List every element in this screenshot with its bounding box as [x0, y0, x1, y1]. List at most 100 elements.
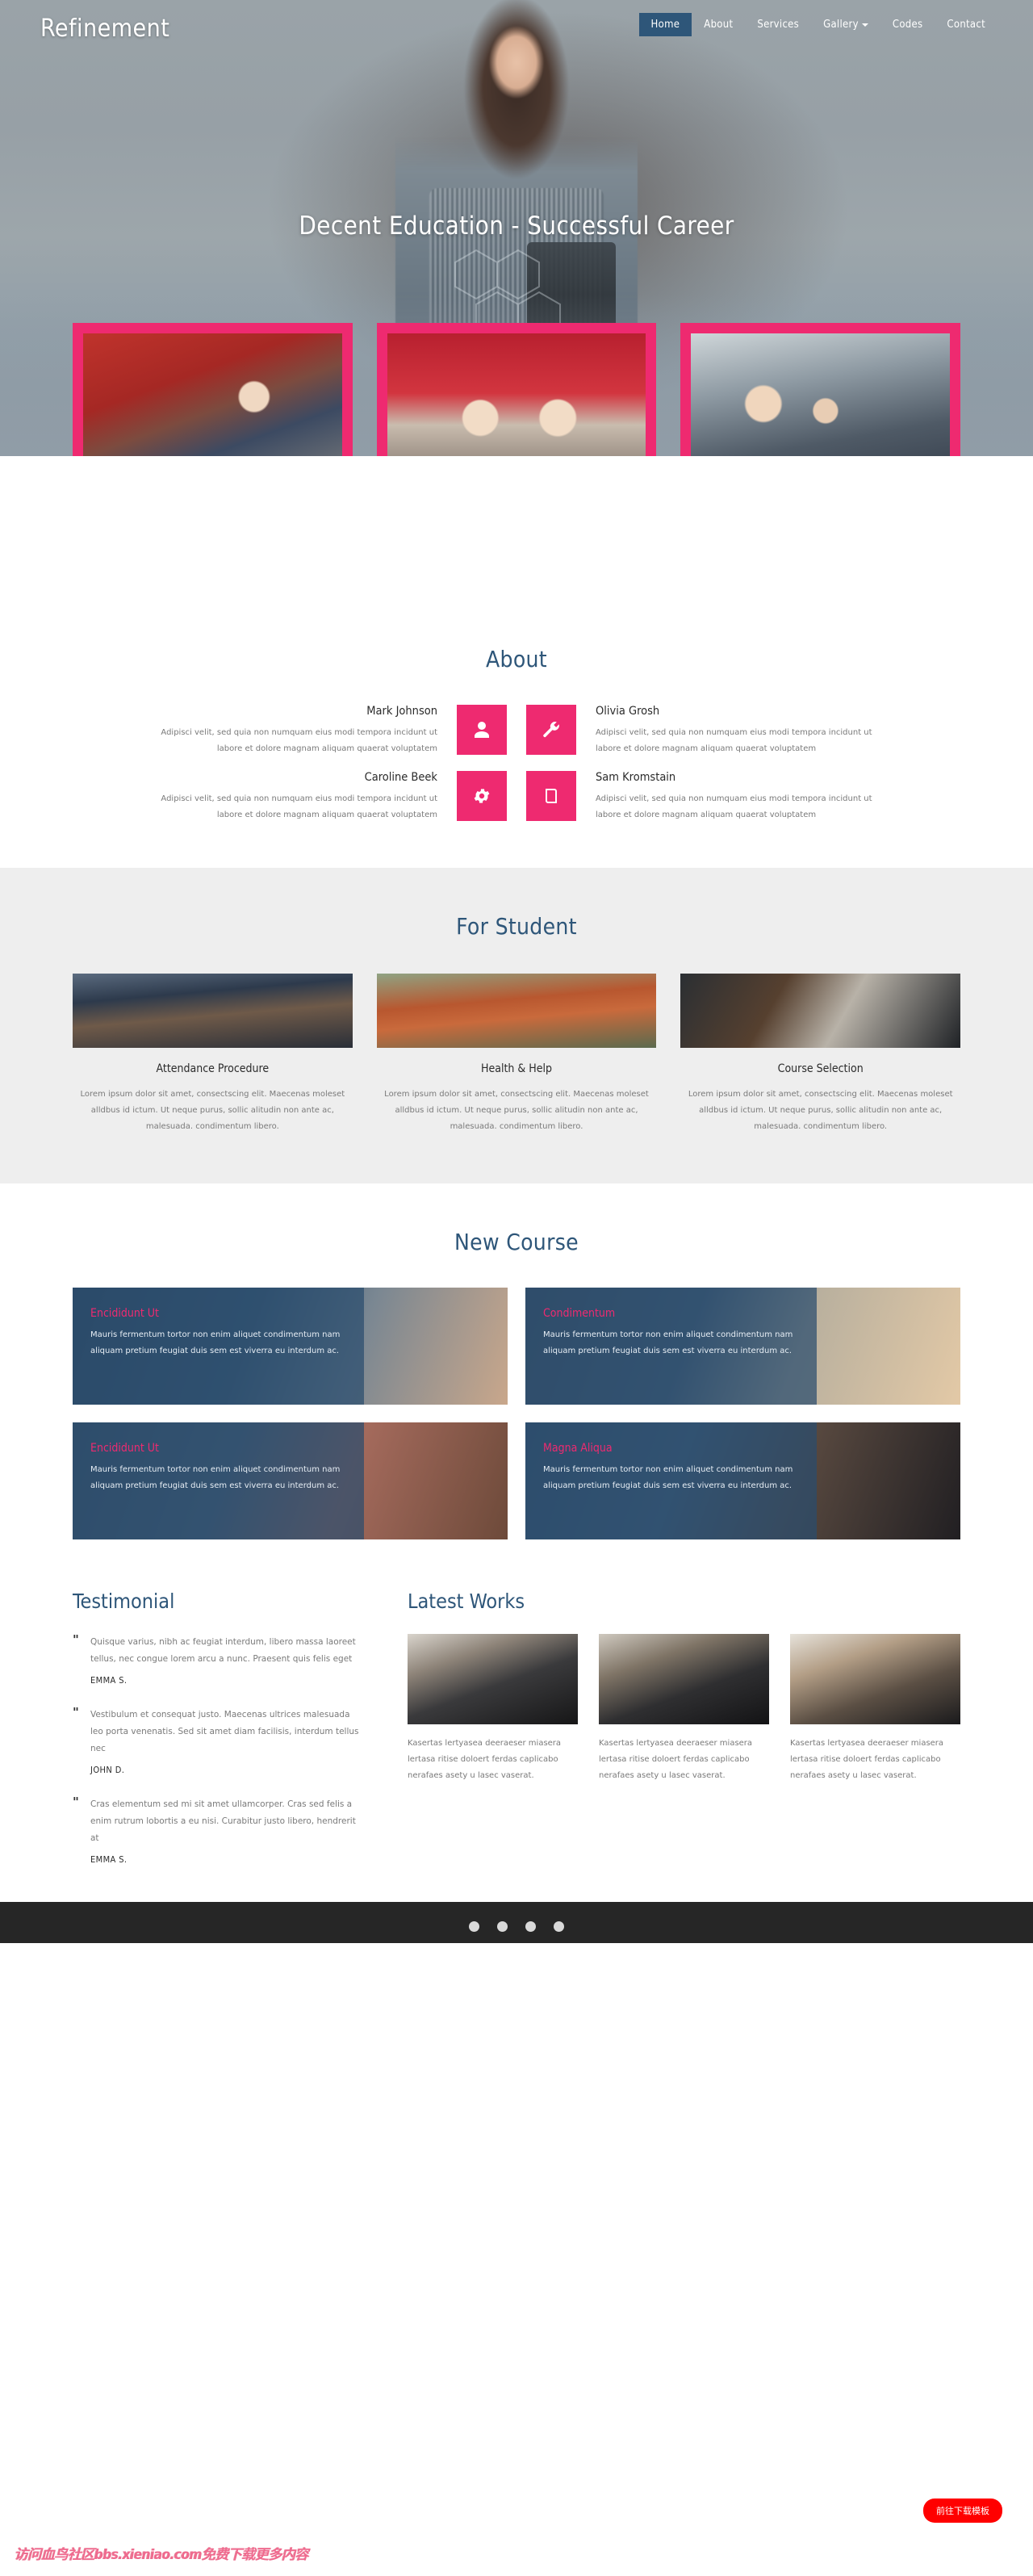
testimonial-author: EMMA S. [90, 1675, 128, 1686]
course-card-title: Condimentum [543, 1307, 616, 1320]
student-item-image [680, 974, 961, 1048]
about-section: About Mark Johnson Adipisci velit, sed q… [0, 456, 1033, 868]
watermark-text: 访问血鸟社区bbs.xieniao.com免费下载更多内容 [15, 2547, 309, 2563]
student-item: Health & Help Lorem ipsum dolor sit amet… [376, 974, 657, 1135]
site-footer [0, 1902, 1033, 1943]
site-logo[interactable]: Refinement [40, 15, 169, 43]
about-person-text: Adipisci velit, sed quia non numquam eiu… [161, 794, 437, 819]
social-links [469, 1921, 564, 1932]
testimonial-item: " Quisque varius, nibh ac feugiat interd… [73, 1632, 359, 1686]
promo-card[interactable]: Dolor nunc vule Cras consequat iaculis l… [376, 323, 657, 456]
new-course-section: New Course Encididunt Ut Mauris fermentu… [0, 1183, 1033, 1556]
student-item-title: Attendance Procedure [156, 1062, 270, 1075]
course-card[interactable]: Magna Aliqua Mauris fermentum tortor non… [525, 1422, 960, 1539]
course-card-title: Magna Aliqua [543, 1442, 613, 1455]
course-card-title: Encididunt Ut [90, 1442, 159, 1455]
student-item-title: Course Selection [777, 1062, 864, 1075]
testimonial-column: Testimonial " Quisque varius, nibh ac fe… [73, 1590, 359, 1886]
about-person-name: Caroline Beek [364, 771, 437, 784]
testimonial-heading: Testimonial [73, 1590, 175, 1613]
student-item-title: Health & Help [481, 1062, 552, 1075]
course-card-title: Encididunt Ut [90, 1307, 159, 1320]
course-card-text: Mauris fermentum tortor non enim aliquet… [543, 1330, 793, 1355]
student-item-image [376, 974, 657, 1048]
gear-icon-tile[interactable] [457, 771, 507, 821]
promo-cards-section: Dolor nunc vule Cras consequat iaculis l… [0, 323, 1033, 456]
user-icon [475, 722, 489, 738]
quote-mark-icon: " [73, 1795, 79, 1809]
about-person: Olivia Grosh Adipisci velit, sed quia no… [596, 705, 880, 756]
user-icon-tile[interactable] [457, 705, 507, 755]
google-plus-icon[interactable] [525, 1921, 536, 1932]
about-person-name: Mark Johnson [366, 705, 437, 718]
testimonial-author: JOHN D. [90, 1765, 125, 1775]
nav-item-codes[interactable]: Codes [880, 13, 935, 36]
testimonial-item: " Cras elementum sed mi sit amet ullamco… [73, 1795, 359, 1865]
work-item-image [599, 1634, 769, 1724]
hero-headline: Decent Education - Successful Career [299, 212, 734, 241]
about-person: Mark Johnson Adipisci velit, sed quia no… [153, 705, 437, 756]
work-item-caption: Kasertas lertyasea deeraeser miasera ler… [408, 1739, 562, 1780]
nav-label: Home [650, 19, 680, 31]
work-item[interactable]: Kasertas lertyasea deeraeser miasera ler… [790, 1634, 960, 1784]
nav-item-gallery[interactable]: Gallery [811, 13, 880, 36]
nav-item-services[interactable]: Services [745, 13, 811, 36]
nav-item-contact[interactable]: Contact [935, 13, 997, 36]
about-person-text: Adipisci velit, sed quia non numquam eiu… [596, 794, 872, 819]
hero-banner: Refinement Home About Services Gallery C… [0, 0, 1033, 456]
promo-card[interactable]: Dolor nunc vule Cras consequat iaculis l… [680, 323, 961, 456]
student-item-text: Lorem ipsum dolor sit amet, consectscing… [384, 1090, 649, 1131]
page-root: Refinement Home About Services Gallery C… [0, 0, 1033, 2563]
work-item[interactable]: Kasertas lertyasea deeraeser miasera ler… [599, 1634, 769, 1784]
about-person-name: Sam Kromstain [596, 771, 676, 784]
testimonial-text: Cras elementum sed mi sit amet ullamcorp… [90, 1799, 356, 1843]
student-item-image [73, 974, 353, 1048]
nav-label: About [704, 19, 734, 31]
promo-card-image [691, 333, 951, 456]
course-card-text: Mauris fermentum tortor non enim aliquet… [543, 1465, 793, 1490]
twitter-icon[interactable] [497, 1921, 508, 1932]
about-person-text: Adipisci velit, sed quia non numquam eiu… [161, 728, 437, 753]
for-student-heading: For Student [456, 913, 577, 940]
testimonial-author: EMMA S. [90, 1854, 128, 1865]
course-card[interactable]: Encididunt Ut Mauris fermentum tortor no… [73, 1422, 508, 1539]
chevron-down-icon [861, 23, 868, 27]
quote-mark-icon: " [73, 1705, 79, 1719]
book-icon [546, 789, 557, 803]
gear-icon [474, 789, 490, 803]
quote-mark-icon: " [73, 1632, 79, 1647]
about-person-text: Adipisci velit, sed quia non numquam eiu… [596, 728, 872, 753]
nav-item-home[interactable]: Home [638, 13, 692, 36]
course-card-text: Mauris fermentum tortor non enim aliquet… [90, 1330, 341, 1355]
work-item-image [790, 1634, 960, 1724]
latest-works-heading: Latest Works [408, 1590, 525, 1613]
about-person-name: Olivia Grosh [596, 705, 660, 718]
student-item: Attendance Procedure Lorem ipsum dolor s… [73, 974, 353, 1135]
student-item-text: Lorem ipsum dolor sit amet, consectscing… [80, 1090, 345, 1131]
book-icon-tile[interactable] [526, 771, 576, 821]
work-item-caption: Kasertas lertyasea deeraeser miasera ler… [599, 1739, 753, 1780]
about-person: Sam Kromstain Adipisci velit, sed quia n… [596, 771, 880, 823]
student-item-text: Lorem ipsum dolor sit amet, consectscing… [688, 1090, 953, 1131]
course-card[interactable]: Condimentum Mauris fermentum tortor non … [525, 1288, 960, 1405]
course-card[interactable]: Encididunt Ut Mauris fermentum tortor no… [73, 1288, 508, 1405]
course-card-text: Mauris fermentum tortor non enim aliquet… [90, 1465, 341, 1490]
download-template-button[interactable]: 前往下载模板 [923, 2499, 1002, 2523]
new-course-heading: New Course [454, 1229, 579, 1255]
testimonial-text: Quisque varius, nibh ac feugiat interdum… [90, 1637, 356, 1664]
facebook-icon[interactable] [469, 1921, 479, 1932]
wrench-icon [543, 722, 559, 738]
rss-icon[interactable] [554, 1921, 564, 1932]
promo-card[interactable]: Dolor nunc vule Cras consequat iaculis l… [73, 323, 353, 456]
about-person: Caroline Beek Adipisci velit, sed quia n… [153, 771, 437, 823]
wrench-icon-tile[interactable] [526, 705, 576, 755]
nav-label: Contact [947, 19, 985, 31]
latest-works-column: Latest Works Kasertas lertyasea deeraese… [408, 1590, 960, 1886]
nav-item-about[interactable]: About [692, 13, 745, 36]
testimonial-text: Vestibulum et consequat justo. Maecenas … [90, 1710, 359, 1753]
student-item: Course Selection Lorem ipsum dolor sit a… [680, 974, 961, 1135]
nav-label: Services [757, 19, 800, 31]
work-item[interactable]: Kasertas lertyasea deeraeser miasera ler… [408, 1634, 578, 1784]
work-item-caption: Kasertas lertyasea deeraeser miasera ler… [790, 1739, 944, 1780]
promo-card-image [387, 333, 646, 456]
